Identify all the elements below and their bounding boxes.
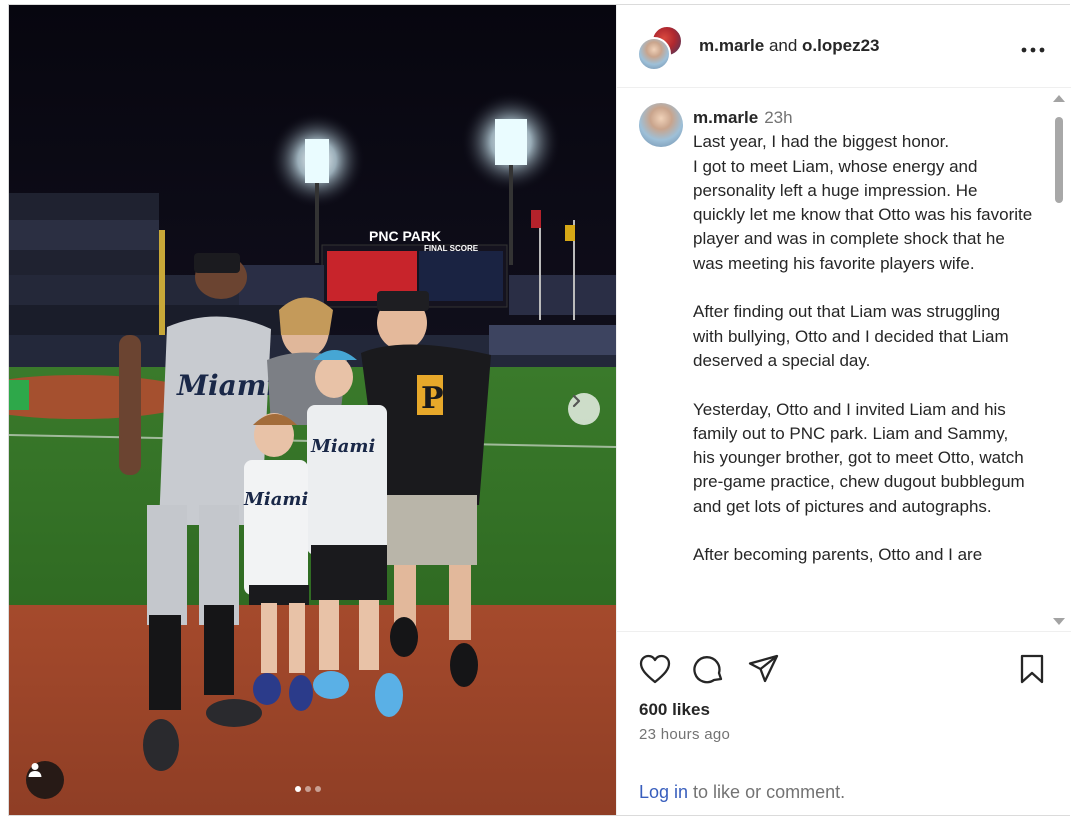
bookmark-icon [1020,654,1044,684]
share-button[interactable] [748,654,780,689]
scoreboard-title: PNC PARK [369,228,441,244]
svg-text:Miami: Miami [243,489,308,510]
stadium-photo-illustration: PNC PARK FINAL SCORE Miami P Miami Miami [9,5,616,815]
scoreboard-final: FINAL SCORE [424,244,479,253]
post-details-panel: m.marle and o.lopez23 m.marle 23h Last ye… [616,5,1071,815]
user-tag-icon [28,763,42,777]
carousel-dot [315,786,321,792]
more-options-button[interactable] [1021,33,1045,59]
carousel-dot [295,786,301,792]
caption-time: 23h [764,108,793,127]
and-text: and [768,36,798,55]
like-button[interactable] [639,654,671,689]
scroll-up-arrow-icon[interactable] [1053,95,1065,102]
caption-scroll-area[interactable]: m.marle 23h Last year, I had the biggest … [617,89,1071,631]
scroll-down-arrow-icon[interactable] [1053,618,1065,625]
avatar-author[interactable] [637,37,671,71]
share-icon [748,654,779,683]
caption-scrollbar[interactable] [1052,93,1066,627]
caption-avatar[interactable] [639,103,683,147]
caption-username-link[interactable]: m.marle [693,108,758,127]
author-username-link[interactable]: m.marle [699,36,764,55]
svg-text:P: P [421,381,444,416]
post-actions: 600 likes 23 hours ago Log in to like or… [617,631,1071,815]
comment-button[interactable] [693,653,725,690]
login-prompt-text: to like or comment. [688,782,846,802]
next-image-button[interactable] [568,393,600,425]
collaborator-username-link[interactable]: o.lopez23 [802,36,879,55]
heart-icon [639,654,671,684]
svg-text:Miami: Miami [176,369,277,402]
save-button[interactable] [1019,654,1045,689]
post-timestamp[interactable]: 23 hours ago [639,726,730,743]
login-link[interactable]: Log in [639,782,688,802]
caption-text: Last year, I had the biggest honor. I go… [693,132,1033,565]
carousel-indicator [295,786,321,792]
login-prompt: Log in to like or comment. [639,782,845,803]
instagram-post: PNC PARK FINAL SCORE Miami P Miami Miami… [8,4,1071,816]
tagged-users-button[interactable] [26,761,64,799]
svg-text:Miami: Miami [310,436,375,457]
chevron-right-icon [572,394,581,408]
likes-count[interactable]: 600 likes [639,700,710,720]
caption: m.marle 23h Last year, I had the biggest … [693,106,1033,568]
collab-avatars[interactable] [637,25,687,71]
scrollbar-thumb[interactable] [1055,117,1063,203]
header-usernames: m.marle and o.lopez23 [699,36,880,56]
post-header: m.marle and o.lopez23 [617,5,1071,88]
more-horizontal-icon [1021,47,1045,53]
post-photo[interactable]: PNC PARK FINAL SCORE Miami P Miami Miami [9,5,616,815]
comment-icon [693,656,723,684]
carousel-dot [305,786,311,792]
